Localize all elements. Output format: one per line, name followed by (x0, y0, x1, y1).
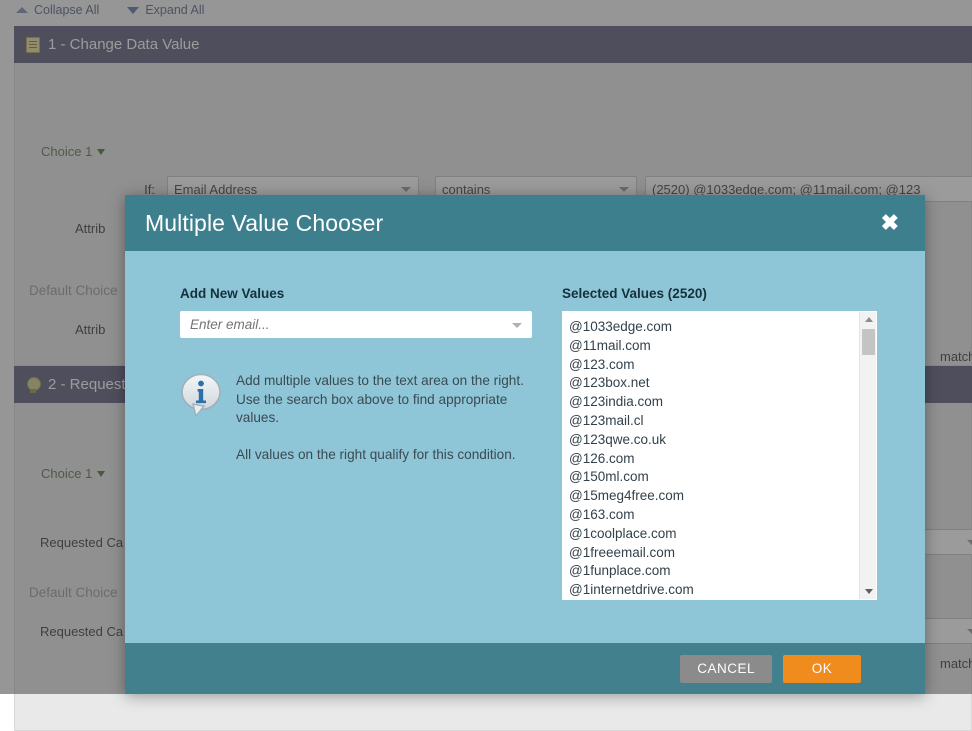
info-bubble-icon (180, 370, 222, 464)
list-item[interactable]: @123india.com (569, 393, 858, 412)
selected-values-label: Selected Values (2520) (562, 286, 877, 301)
close-icon[interactable]: ✖ (877, 210, 903, 236)
modal-title: Multiple Value Chooser (145, 210, 877, 237)
cancel-button[interactable]: CANCEL (680, 655, 772, 683)
chevron-down-icon[interactable] (512, 323, 522, 328)
list-item[interactable]: @1freeemail.com (569, 544, 858, 563)
scroll-down-arrow-icon[interactable] (860, 584, 877, 599)
info-block: Add multiple values to the text area on … (180, 370, 532, 464)
list-item[interactable]: @1funplace.com (569, 562, 858, 581)
vertical-scrollbar[interactable] (859, 312, 876, 599)
info-text-primary: Add multiple values to the text area on … (236, 372, 532, 428)
list-item[interactable]: @123box.net (569, 374, 858, 393)
multiple-value-chooser-dialog: Multiple Value Chooser ✖ Add New Values (125, 195, 925, 694)
list-item[interactable]: @1033edge.com (569, 318, 858, 337)
list-item[interactable]: @15meg4free.com (569, 487, 858, 506)
list-item[interactable]: @123mail.cl (569, 412, 858, 431)
list-item[interactable]: @1coolplace.com (569, 525, 858, 544)
list-item[interactable]: @1internetdrive.com (569, 581, 858, 599)
list-item[interactable]: @150ml.com (569, 468, 858, 487)
list-item[interactable]: @126.com (569, 450, 858, 469)
search-combobox[interactable] (180, 311, 532, 338)
scrollbar-thumb[interactable] (862, 329, 875, 355)
selected-values-list[interactable]: @1033edge.com@11mail.com@123.com@123box.… (563, 312, 858, 599)
selected-values-listbox[interactable]: @1033edge.com@11mail.com@123.com@123box.… (562, 311, 877, 600)
info-texts: Add multiple values to the text area on … (236, 370, 532, 464)
list-item[interactable]: @123qwe.co.uk (569, 431, 858, 450)
modal-header: Multiple Value Chooser ✖ (125, 195, 925, 251)
search-input[interactable] (181, 312, 531, 337)
modal-footer: CANCEL OK (125, 643, 925, 694)
list-item[interactable]: @123.com (569, 356, 858, 375)
modal-body: Add New Values (125, 251, 925, 643)
info-text-secondary: All values on the right qualify for this… (236, 446, 532, 465)
add-new-values-panel: Add New Values (180, 286, 532, 643)
ok-button[interactable]: OK (783, 655, 861, 683)
selected-values-panel: Selected Values (2520) @1033edge.com@11m… (562, 286, 877, 643)
scroll-up-arrow-icon[interactable] (860, 312, 877, 327)
list-item[interactable]: @11mail.com (569, 337, 858, 356)
add-new-values-label: Add New Values (180, 286, 532, 301)
list-item[interactable]: @163.com (569, 506, 858, 525)
